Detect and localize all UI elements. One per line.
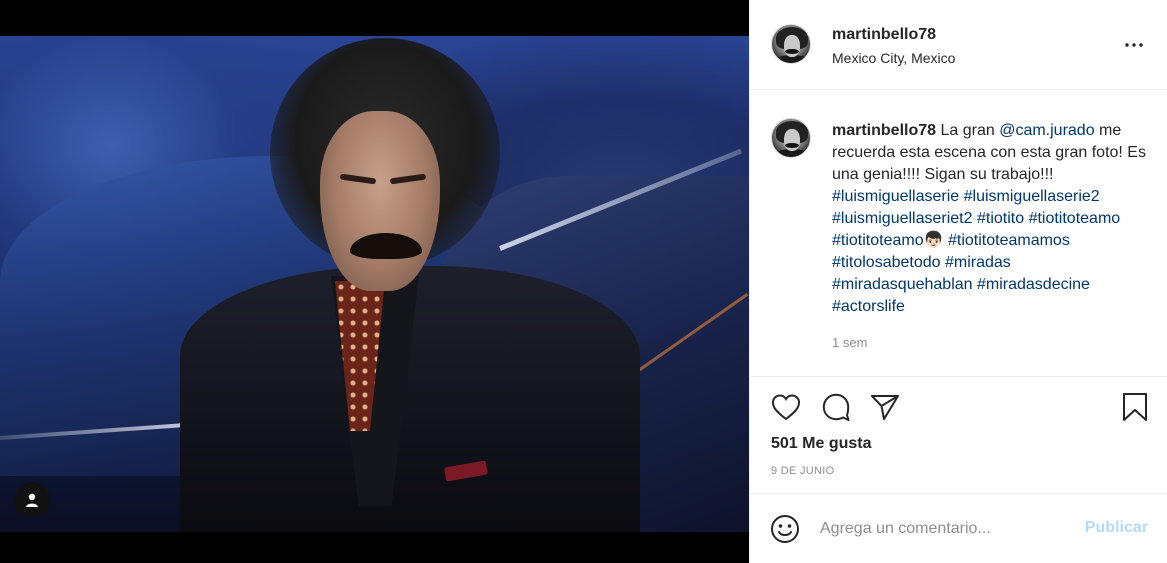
post-photo[interactable] <box>0 36 749 532</box>
heart-icon[interactable] <box>769 390 803 424</box>
likes-count[interactable]: 501 Me gusta <box>771 435 871 453</box>
caption-text: martinbello78 La gran @cam.jurado me rec… <box>832 120 1152 318</box>
comment-bar: Publicar <box>750 493 1167 563</box>
post-media[interactable] <box>0 0 749 563</box>
hashtag[interactable]: #luismiguellaserie2 <box>964 188 1100 205</box>
bookmark-icon[interactable] <box>1118 390 1152 424</box>
smiley-icon[interactable] <box>769 513 801 545</box>
hashtag[interactable]: #tiotitoteamamos <box>948 232 1070 249</box>
hashtag[interactable]: #miradasquehablan <box>832 276 973 293</box>
hashtag[interactable]: #tiotitoteamo <box>1029 210 1121 227</box>
user-tag-icon[interactable] <box>14 482 50 518</box>
hashtag[interactable]: #tiotito <box>977 210 1024 227</box>
hashtag[interactable]: #actorslife <box>832 298 905 315</box>
header-location[interactable]: Mexico City, Mexico <box>832 50 955 66</box>
caption-username[interactable]: martinbello78 <box>832 122 936 139</box>
paper-plane-icon[interactable] <box>868 390 902 424</box>
hashtag[interactable]: #tiotitoteamo👦🏻 <box>832 232 944 249</box>
post-header: martinbello78 Mexico City, Mexico <box>750 0 1167 90</box>
caption-text-1: La gran <box>940 122 1000 139</box>
hashtag[interactable]: #miradas <box>945 254 1011 271</box>
hashtag[interactable]: #luismiguellaseriet2 <box>832 210 973 227</box>
avatar[interactable] <box>771 24 811 64</box>
header-username[interactable]: martinbello78 <box>832 26 936 44</box>
caption-mention[interactable]: @cam.jurado <box>999 122 1094 139</box>
hashtag[interactable]: #luismiguellaserie <box>832 188 959 205</box>
publish-button[interactable]: Publicar <box>1085 519 1148 537</box>
hashtag[interactable]: #titolosabetodo <box>832 254 941 271</box>
comment-bubble-icon[interactable] <box>819 390 853 424</box>
caption-time-ago[interactable]: 1 sem <box>832 335 867 350</box>
action-bar <box>750 388 1167 428</box>
comment-input[interactable] <box>820 514 1070 544</box>
photo-face <box>320 111 440 291</box>
hashtag[interactable]: #miradasdecine <box>977 276 1090 293</box>
post-date[interactable]: 9 DE JUNIO <box>771 465 835 477</box>
more-horizontal-icon[interactable] <box>1122 33 1146 57</box>
post-side-panel: martinbello78 Mexico City, Mexico martin… <box>749 0 1167 563</box>
caption-section: martinbello78 La gran @cam.jurado me rec… <box>750 91 1167 377</box>
caption-avatar[interactable] <box>771 118 811 158</box>
